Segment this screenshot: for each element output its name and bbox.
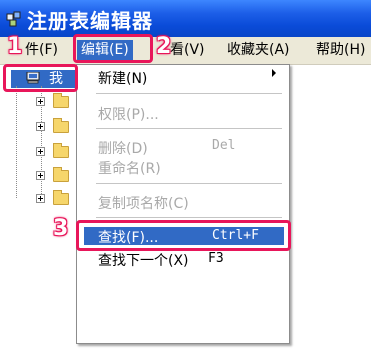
menu-item-new[interactable]: 新建(N)	[98, 68, 147, 88]
title-bar: 注册表编辑器	[0, 0, 371, 37]
expand-icon[interactable]	[36, 97, 45, 106]
menu-separator	[96, 217, 282, 218]
submenu-arrow-icon	[272, 69, 276, 77]
menu-file[interactable]: 件(F)	[25, 40, 58, 61]
expand-icon[interactable]	[36, 194, 45, 203]
expand-icon[interactable]	[36, 147, 45, 156]
menu-item-find-next[interactable]: 查找下一个(X)	[98, 250, 189, 270]
menu-separator	[96, 183, 282, 184]
step1-badge: 1	[7, 34, 23, 59]
step1-highlight	[3, 64, 78, 92]
step3-badge: 3	[53, 216, 69, 241]
expand-icon[interactable]	[36, 122, 45, 131]
menu-favorites[interactable]: 收藏夹(A)	[227, 40, 290, 61]
menu-item-copy-key-name[interactable]: 复制项名称(C)	[98, 193, 189, 213]
menu-separator	[96, 128, 282, 129]
registry-editor-icon	[6, 11, 21, 27]
menu-item-delete[interactable]: 删除(D)	[98, 138, 148, 158]
menu-help[interactable]: 帮助(H)	[316, 40, 365, 61]
folder-icon	[53, 143, 69, 158]
folder-icon	[53, 167, 69, 182]
expand-icon[interactable]	[36, 171, 45, 180]
window-title: 注册表编辑器	[27, 9, 153, 33]
menu-separator	[96, 93, 282, 94]
find-next-shortcut: F3	[208, 251, 224, 266]
menu-item-permissions[interactable]: 权限(P)...	[98, 104, 159, 124]
menu-view[interactable]: 看(V)	[170, 40, 205, 61]
folder-icon	[53, 118, 69, 133]
delete-shortcut: Del	[212, 138, 236, 153]
menu-item-rename[interactable]: 重命名(R)	[98, 158, 161, 178]
step3-highlight	[76, 220, 291, 251]
step2-highlight	[73, 34, 153, 63]
menu-bar: 件(F) 编辑(E) 看(V) 收藏夹(A) 帮助(H)	[0, 37, 371, 65]
folder-icon	[53, 93, 69, 108]
step2-badge: 2	[156, 34, 172, 59]
folder-icon	[53, 190, 69, 205]
tree-guide-line	[16, 86, 18, 198]
